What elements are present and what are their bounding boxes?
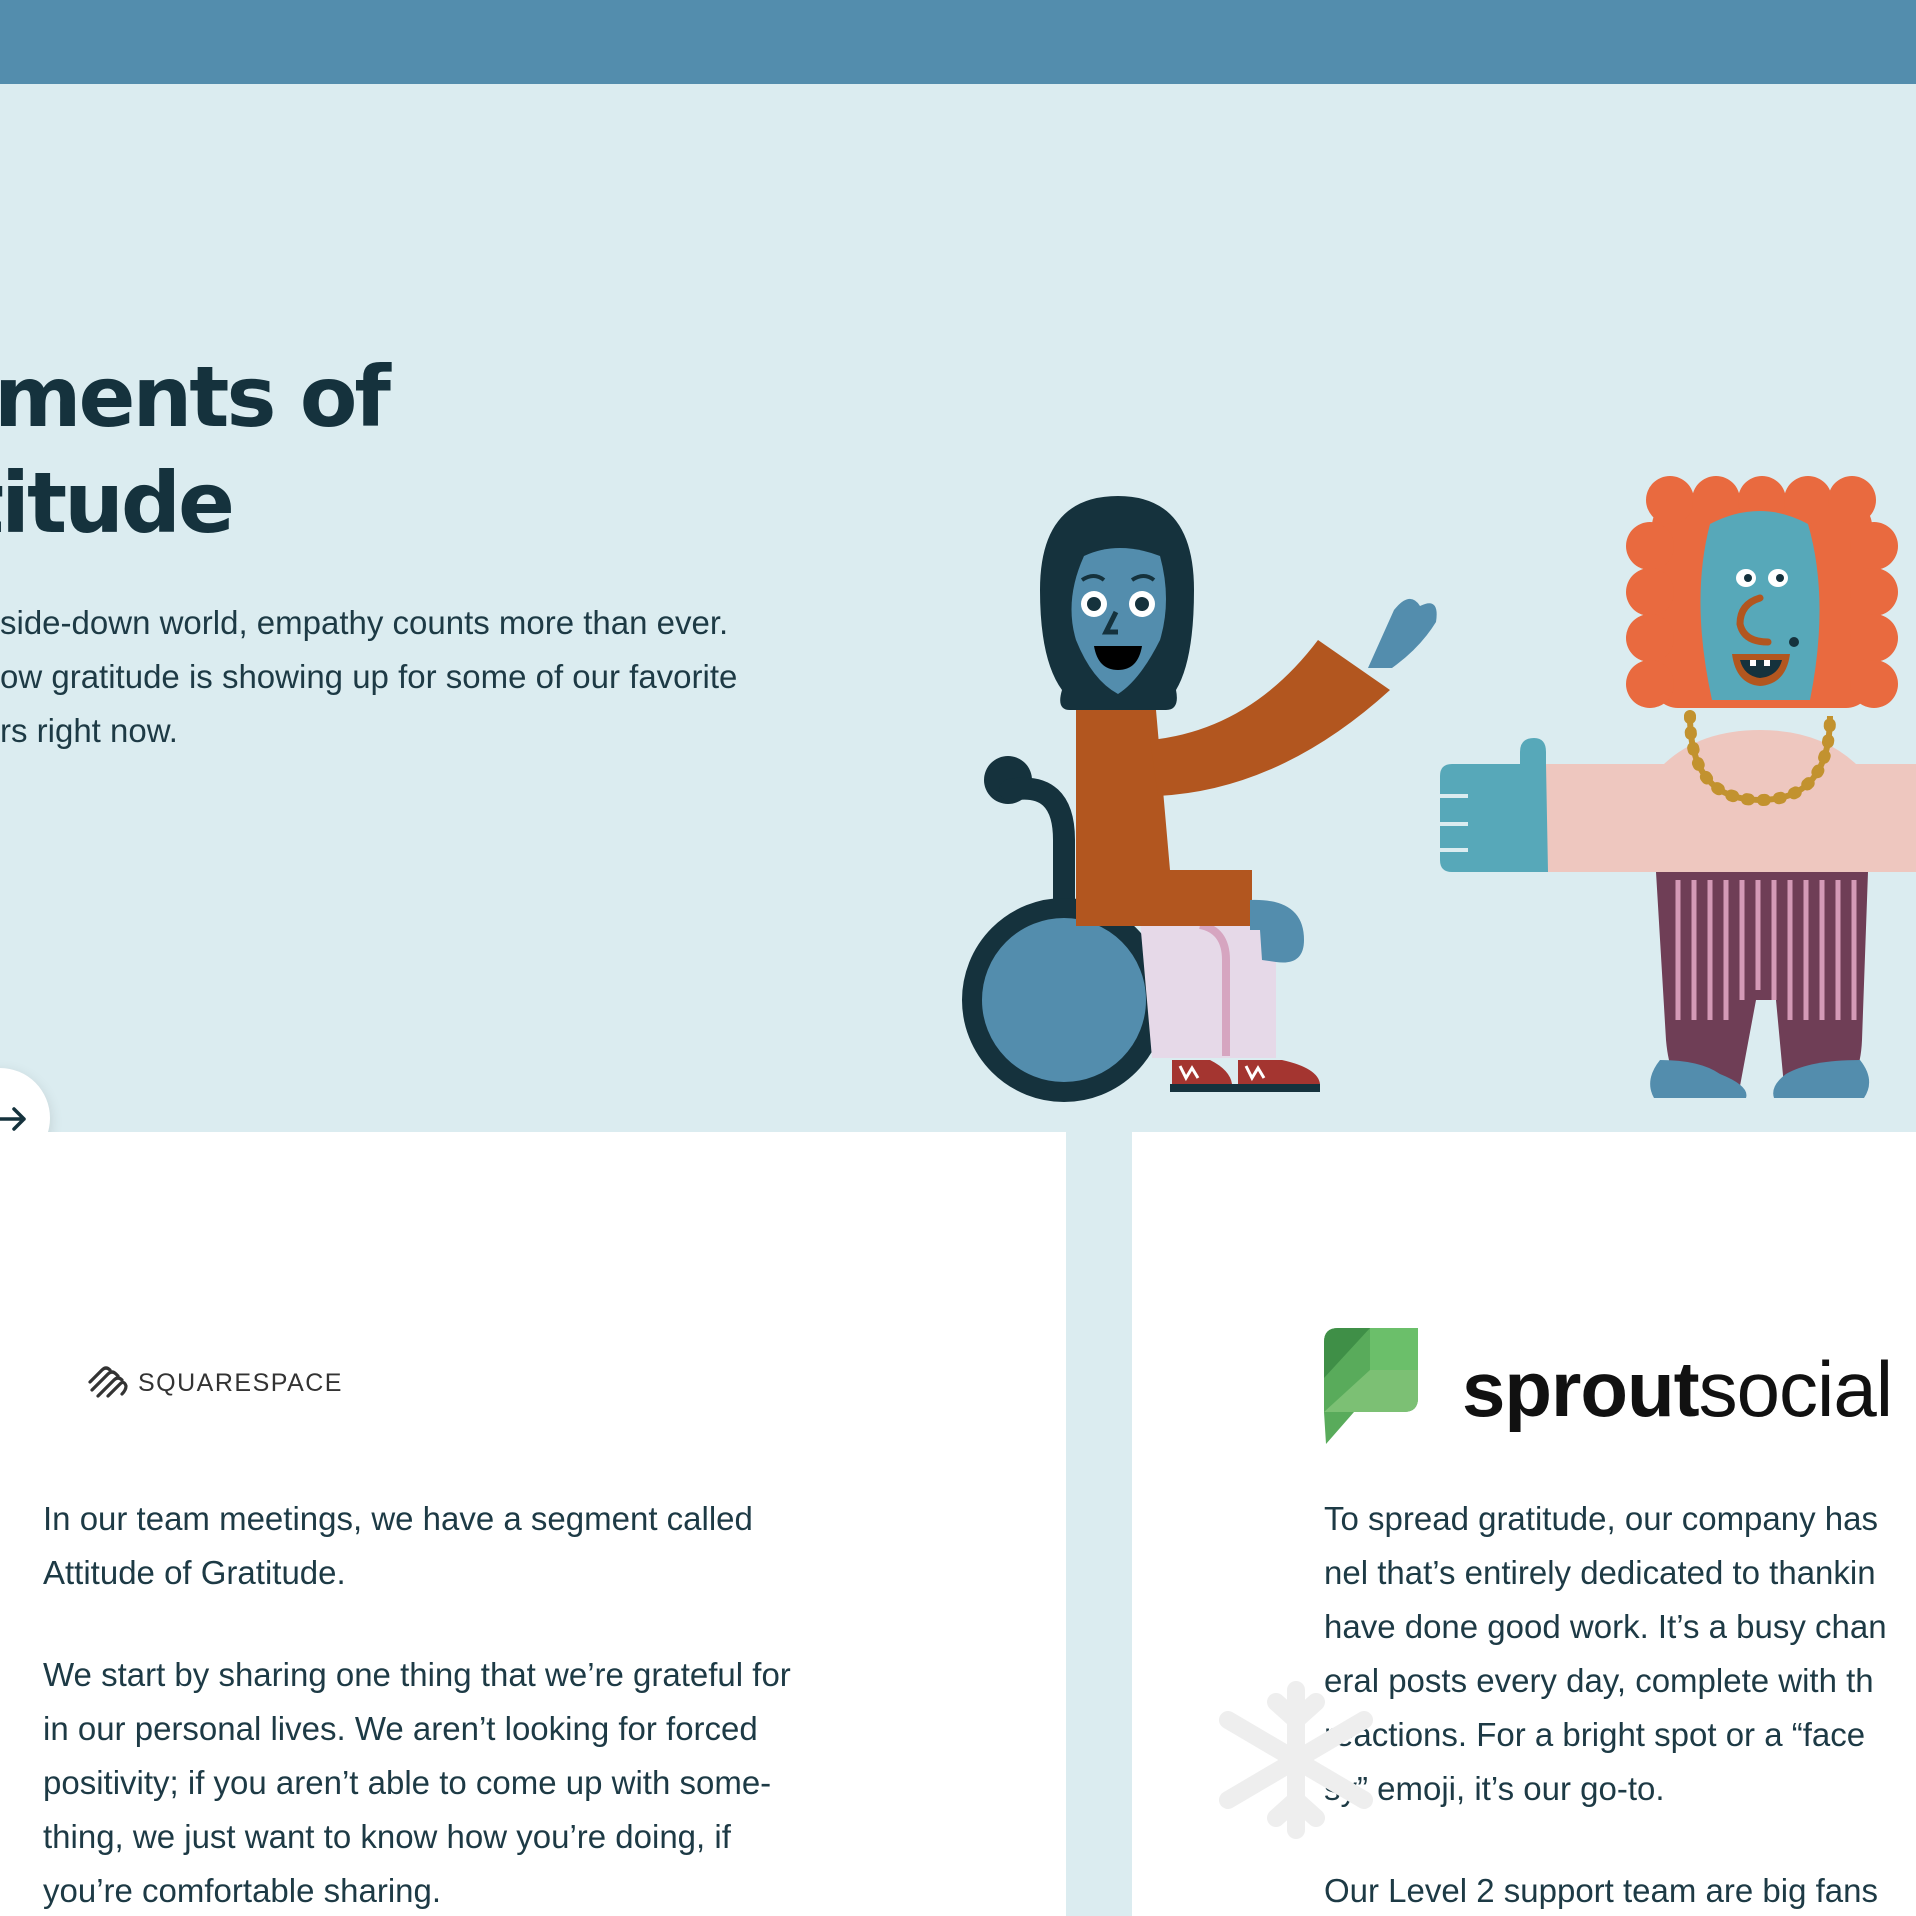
hero-illustration <box>962 476 1916 1102</box>
squarespace-logo: SQUARESPACE <box>86 1366 343 1400</box>
card-paragraph: To spread gratitude, our company has nel… <box>1324 1492 1916 1816</box>
squarespace-card-body: In our team meetings, we have a segment … <box>43 1492 1023 1916</box>
squarespace-logo-mark-icon <box>88 1366 128 1398</box>
card-paragraph: Our Level 2 support team are big fans <box>1324 1864 1916 1916</box>
hero-section: ments of titude side-down world, empathy… <box>0 84 1916 1132</box>
card-text-line: you’re comfortable sharing. <box>43 1872 442 1909</box>
thumbs-up-person-figure <box>1440 476 1916 1098</box>
card-text-line: have done good work. It’s a busy chan <box>1324 1608 1887 1645</box>
wheelchair-person-figure <box>962 496 1437 1102</box>
squarespace-card: SQUARESPACE In our team meetings, we hav… <box>0 1132 1066 1916</box>
sprout-social-logo-light: social <box>1698 1345 1893 1433</box>
sprout-social-logo-text: sproutsocial <box>1462 1344 1893 1434</box>
sprout-social-logo-bold: sprout <box>1462 1345 1700 1433</box>
top-bar <box>0 0 1916 84</box>
card-text-line: eral posts every day, complete with th <box>1324 1662 1874 1699</box>
sprout-social-card-body: To spread gratitude, our company has nel… <box>1324 1492 1916 1916</box>
squarespace-logo-text: SQUARESPACE <box>138 1368 343 1397</box>
card-text-line: positivity; if you aren’t able to come u… <box>43 1764 772 1801</box>
sprout-social-leaf-icon <box>1324 1328 1418 1444</box>
card-text-line: sy” emoji, it’s our go-to. <box>1324 1770 1665 1807</box>
card-text-line: To spread gratitude, our company has <box>1324 1500 1878 1537</box>
card-text-line: We start by sharing one thing that we’re… <box>43 1656 791 1693</box>
card-text-line: Our Level 2 support team are big fans <box>1324 1872 1878 1909</box>
card-text-line: in our personal lives. We aren’t looking… <box>43 1710 758 1747</box>
card-text-line: Attitude of Gratitude. <box>43 1554 346 1591</box>
card-paragraph: We start by sharing one thing that we’re… <box>43 1648 1023 1916</box>
card-text-line: nel that’s entirely dedicated to thankin <box>1324 1554 1876 1591</box>
snowflake-decoration-icon <box>1219 1681 1373 1839</box>
card-text-line: reactions. For a bright spot or a “face <box>1324 1716 1866 1753</box>
card-text-line: thing, we just want to know how you’re d… <box>43 1818 731 1855</box>
card-text-line: In our team meetings, we have a segment … <box>43 1500 753 1537</box>
card-paragraph: In our team meetings, we have a segment … <box>43 1492 1023 1600</box>
